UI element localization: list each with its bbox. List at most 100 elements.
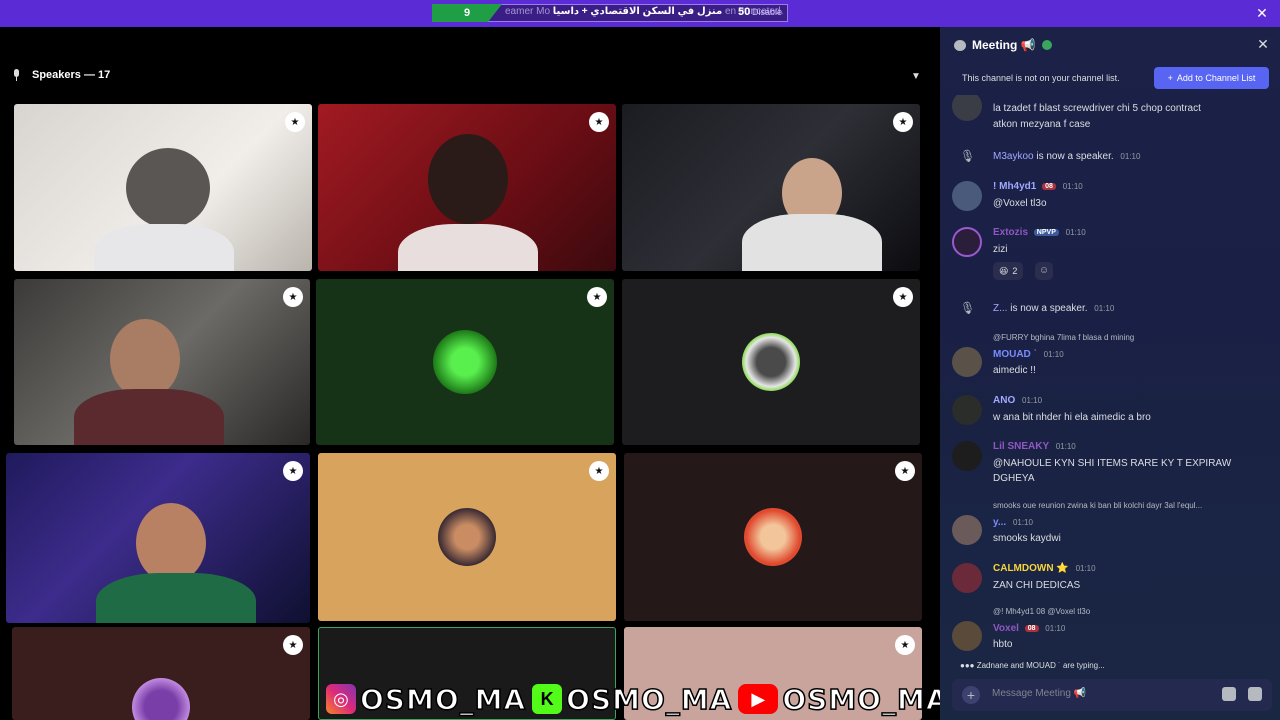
username[interactable]: y... 01:10 bbox=[993, 517, 1033, 528]
youtube-icon: ▶ bbox=[738, 684, 779, 714]
username[interactable]: CALMDOWN ⭐ 01:10 bbox=[993, 563, 1096, 574]
message-input[interactable]: + Message Meeting 📢 bbox=[952, 679, 1272, 711]
person-video bbox=[742, 214, 882, 271]
timestamp: 01:10 bbox=[1022, 396, 1043, 405]
avatar-tile-9[interactable] bbox=[624, 453, 922, 621]
status-dot-icon bbox=[1041, 40, 1052, 50]
speaker-badge-icon bbox=[893, 112, 913, 132]
person-video bbox=[96, 573, 256, 623]
timestamp: 01:10 bbox=[1043, 350, 1064, 359]
message-text: smooks kaydwi bbox=[993, 533, 1061, 544]
timestamp: 01:10 bbox=[1120, 152, 1141, 161]
plus-icon[interactable]: + bbox=[962, 686, 980, 704]
message-text: aimedic !! bbox=[993, 365, 1036, 376]
gift-icon[interactable] bbox=[1222, 687, 1236, 701]
message-text: zizi bbox=[993, 244, 1008, 255]
username[interactable]: Z... bbox=[993, 303, 1007, 314]
avatar[interactable] bbox=[952, 515, 982, 545]
speaker-badge-icon bbox=[589, 112, 609, 132]
microphone-icon bbox=[12, 69, 22, 81]
username-text: Extozis bbox=[993, 227, 1029, 238]
kick-handle: K OSMO_MA bbox=[532, 682, 733, 717]
banner-disable[interactable]: Disable bbox=[752, 7, 782, 17]
speakers-header[interactable]: Speakers — 17 bbox=[12, 69, 110, 81]
banner-arabic: منزل في السكن الاقتصادي + داسيا bbox=[552, 6, 723, 17]
speakers-label: Speakers — 17 bbox=[32, 69, 111, 81]
timestamp: 01:10 bbox=[1075, 564, 1096, 573]
message-text: @NAHOULE KYN SHI ITEMS RARE KY T EXPIRAW bbox=[993, 458, 1232, 469]
reply-preview[interactable]: @FURRY bghina 7lima f blasa d mining bbox=[993, 333, 1134, 342]
banner-close-icon[interactable]: ✕ bbox=[1254, 5, 1270, 21]
system-text: Z... is now a speaker. 01:10 bbox=[993, 301, 1114, 316]
video-tile-4[interactable] bbox=[14, 279, 310, 445]
avatar bbox=[742, 333, 800, 391]
reaction-button[interactable]: 😆 2 bbox=[993, 262, 1024, 280]
person-video bbox=[136, 503, 206, 583]
timestamp: 01:10 bbox=[1062, 182, 1083, 191]
channel-notice: This channel is not on your channel list… bbox=[940, 65, 1280, 95]
avatar[interactable] bbox=[952, 227, 982, 257]
message-text: hbto bbox=[993, 639, 1013, 650]
timestamp: 01:10 bbox=[1065, 228, 1086, 237]
speaker-badge-icon bbox=[285, 112, 305, 132]
speaker-badge-icon bbox=[283, 461, 303, 481]
video-tile-7[interactable] bbox=[6, 453, 310, 623]
avatar-tile-5[interactable] bbox=[316, 279, 614, 445]
video-tile-2[interactable] bbox=[318, 104, 616, 271]
banner-right-number: 50 bbox=[738, 6, 751, 18]
timestamp: 01:10 bbox=[1094, 304, 1115, 313]
channel-title: Meeting 📢 bbox=[972, 38, 1036, 52]
avatar[interactable] bbox=[952, 395, 982, 425]
username[interactable]: MOUAD ˙ 01:10 bbox=[993, 349, 1064, 360]
kick-handle-text: OSMO_MA bbox=[565, 682, 733, 717]
chevron-down-icon[interactable]: ▼ bbox=[911, 71, 923, 82]
avatar[interactable] bbox=[952, 563, 982, 593]
username-text: Voxel bbox=[993, 623, 1019, 634]
message-text: ZAN CHI DEDICAS bbox=[993, 580, 1081, 591]
instagram-icon: ◎ bbox=[326, 684, 356, 714]
speaker-badge-icon bbox=[283, 287, 303, 307]
avatar[interactable] bbox=[952, 347, 982, 377]
reply-preview[interactable]: smooks oue reunion zwina ki ban bli kolc… bbox=[993, 501, 1202, 510]
username[interactable]: Extozis NPVP 01:10 bbox=[993, 227, 1086, 238]
username[interactable]: Voxel 08 01:10 bbox=[993, 623, 1065, 634]
speaker-badge-icon bbox=[283, 635, 303, 655]
avatar[interactable] bbox=[952, 181, 982, 211]
avatar-tile-10[interactable] bbox=[12, 627, 310, 720]
video-tile-3[interactable] bbox=[622, 104, 920, 271]
message-list[interactable]: la tzadet f blast screwdriver chi 5 chop… bbox=[940, 95, 1280, 675]
speaker-badge-icon bbox=[587, 287, 607, 307]
avatar[interactable] bbox=[952, 441, 982, 471]
add-reaction-icon[interactable]: ☺ bbox=[1035, 262, 1053, 280]
username-text: MOUAD ˙ bbox=[993, 349, 1037, 360]
close-icon[interactable]: ✕ bbox=[1256, 37, 1270, 51]
speaker-badge-icon bbox=[895, 461, 915, 481]
username-text: ANO bbox=[993, 395, 1016, 406]
username[interactable]: Lil SNEAKY 01:10 bbox=[993, 441, 1076, 452]
avatar[interactable] bbox=[952, 621, 982, 651]
username-text: y... bbox=[993, 517, 1007, 528]
username[interactable]: ANO 01:10 bbox=[993, 395, 1042, 406]
top-banner: 9 eamer Mo منزل في السكن الاقتصادي + داس… bbox=[0, 0, 1280, 27]
avatar bbox=[744, 508, 802, 566]
reply-preview[interactable]: @! Mh4yd1 08 @Voxel tl3o bbox=[993, 607, 1090, 616]
add-button-label: Add to Channel List bbox=[1176, 73, 1256, 83]
sticker-icon[interactable] bbox=[1248, 687, 1262, 701]
instagram-handle: ◎ OSMO_MA bbox=[326, 682, 527, 717]
speaker-badge-icon bbox=[895, 635, 915, 655]
role-tag: 08 bbox=[1042, 182, 1056, 190]
add-to-channel-list-button[interactable]: + Add to Channel List bbox=[1154, 67, 1269, 89]
instagram-handle-text: OSMO_MA bbox=[359, 682, 527, 717]
message-text: @Voxel tl3o bbox=[993, 198, 1047, 209]
person-video bbox=[126, 148, 210, 228]
avatar-tile-6[interactable] bbox=[622, 279, 920, 445]
timestamp: 01:10 bbox=[1055, 442, 1076, 451]
youtube-handle: ▶ OSMO_MA bbox=[738, 682, 948, 716]
avatar bbox=[132, 678, 190, 720]
chat-bubble-icon bbox=[954, 39, 966, 51]
username[interactable]: ! Mh4yd1 08 01:10 bbox=[993, 181, 1083, 192]
panel-header: Meeting 📢 bbox=[940, 27, 1280, 63]
avatar-tile-8[interactable] bbox=[318, 453, 616, 621]
username[interactable]: M3aykoo bbox=[993, 151, 1034, 162]
video-tile-1[interactable] bbox=[14, 104, 312, 271]
